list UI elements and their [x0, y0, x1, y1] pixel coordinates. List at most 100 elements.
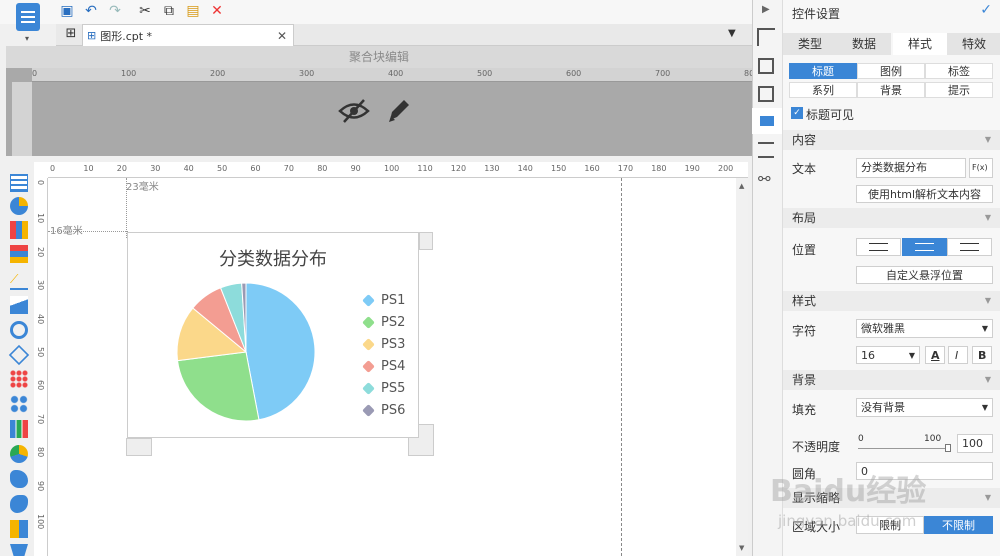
cut-icon[interactable]: ✂	[136, 2, 154, 20]
ruler-tick: 60	[250, 164, 261, 173]
scatter-chart-icon[interactable]	[10, 370, 28, 388]
pie-chart[interactable]	[170, 281, 330, 431]
font-color-button[interactable]: A	[925, 346, 945, 364]
html-parse-button[interactable]: 使用html解析文本内容	[856, 185, 993, 203]
section-zoom[interactable]: 显示缩略 ▼	[783, 488, 1000, 508]
limit-button[interactable]: 限制	[856, 516, 924, 534]
map-chart-icon[interactable]	[10, 445, 28, 463]
pie-slice-ps2[interactable]	[176, 351, 260, 422]
section-style[interactable]: 样式 ▼	[783, 291, 1000, 311]
grid-icon[interactable]: ⊞	[62, 26, 80, 44]
tab-type[interactable]: 类型	[783, 33, 837, 55]
line-chart-icon[interactable]: ⟋	[10, 272, 28, 290]
app-menu-icon[interactable]	[16, 3, 40, 31]
no-limit-button[interactable]: 不限制	[924, 516, 993, 534]
opacity-slider[interactable]	[858, 448, 950, 449]
pie-slice-ps1[interactable]	[245, 282, 316, 421]
ruler-tick: 170	[617, 164, 634, 173]
widget-settings-tab[interactable]	[752, 108, 782, 134]
undo-icon[interactable]: ↶	[82, 2, 100, 20]
scroll-down-icon[interactable]: ▼	[739, 544, 744, 552]
bold-button[interactable]: B	[972, 346, 992, 364]
paste-icon[interactable]: ▤	[184, 2, 202, 20]
italic-button[interactable]: I	[948, 346, 968, 364]
list-icon[interactable]	[758, 142, 774, 158]
align-left-button[interactable]	[856, 238, 901, 256]
subtab-series[interactable]: 系列	[789, 82, 857, 98]
ruler-tick: 20	[36, 246, 45, 257]
title-text-input[interactable]: 分类数据分布	[856, 158, 966, 178]
area-chart-icon[interactable]	[10, 296, 28, 314]
font-size-select[interactable]: 16 ▼	[856, 346, 920, 364]
scroll-up-icon[interactable]: ▲	[739, 182, 744, 190]
combo-chart-icon[interactable]	[10, 420, 28, 438]
collapse-arrow-icon[interactable]: ▶	[762, 4, 770, 15]
tab-data[interactable]: 数据	[837, 33, 891, 55]
section-background[interactable]: 背景 ▼	[783, 370, 1000, 390]
resize-handle[interactable]	[126, 438, 152, 456]
fill-value: 没有背景	[861, 401, 905, 414]
save-icon[interactable]: ▣	[58, 2, 76, 20]
canvas-scrollbar[interactable]	[736, 178, 748, 556]
link-icon[interactable]: ⚯	[758, 170, 771, 188]
tab-label: 图形.cpt *	[100, 29, 153, 43]
section-layout[interactable]: 布局 ▼	[783, 208, 1000, 228]
legend-label: PS2	[381, 314, 406, 330]
delete-icon[interactable]: ✕	[208, 2, 226, 20]
copy-icon[interactable]: ⧉	[160, 2, 178, 20]
subtab-background[interactable]: 背景	[857, 82, 925, 98]
check-icon[interactable]: ✓	[980, 2, 992, 18]
align-right-button[interactable]	[947, 238, 992, 256]
subtab-legend[interactable]: 图例	[857, 63, 925, 79]
legend-item[interactable]: PS1	[362, 289, 424, 311]
widget-icon[interactable]	[758, 58, 774, 74]
width-label: 23毫米	[126, 182, 159, 193]
legend-item[interactable]: PS3	[362, 333, 424, 355]
section-content[interactable]: 内容 ▼	[783, 130, 1000, 150]
ruler-tick: 100	[121, 69, 137, 78]
ruler-tick: 70	[36, 413, 45, 424]
radius-input[interactable]: 0	[856, 462, 993, 480]
title-visible-checkbox[interactable]: ✓	[791, 107, 803, 119]
hide-eye-icon[interactable]	[338, 98, 370, 124]
column-chart-icon[interactable]	[10, 245, 28, 263]
frame-icon[interactable]	[758, 86, 774, 102]
tab-menu-icon[interactable]: ▼	[728, 28, 736, 39]
legend-item[interactable]: PS2	[362, 311, 424, 333]
tab-file[interactable]: ⊞ 图形.cpt * ✕	[82, 24, 294, 46]
opacity-input[interactable]: 100	[957, 434, 993, 453]
legend-marker	[362, 293, 375, 307]
custom-float-button[interactable]: 自定义悬浮位置	[856, 266, 993, 284]
edit-pencil-icon[interactable]	[386, 96, 412, 124]
tab-effect[interactable]: 特效	[947, 33, 1000, 55]
bar-chart-icon[interactable]	[10, 221, 28, 239]
formula-button[interactable]: F(x)	[969, 158, 993, 178]
region-map-icon[interactable]	[10, 470, 28, 488]
ruler-tick: 700	[655, 69, 671, 78]
tab-style[interactable]: 样式	[893, 33, 947, 55]
pie-chart-icon[interactable]	[10, 197, 28, 215]
ruler-tick: 190	[684, 164, 700, 173]
ruler-tick: 90	[350, 164, 361, 173]
align-center-button[interactable]	[902, 238, 947, 256]
legend-item[interactable]: PS6	[362, 399, 424, 421]
treemap-icon[interactable]	[10, 520, 28, 538]
redo-icon[interactable]: ↷	[106, 2, 124, 20]
resize-handle[interactable]	[419, 232, 433, 250]
subtab-tooltip[interactable]: 提示	[925, 82, 993, 98]
legend-item[interactable]: PS5	[362, 377, 424, 399]
legend-item[interactable]: PS4	[362, 355, 424, 377]
layout-icon[interactable]	[757, 28, 775, 46]
chevron-down-icon[interactable]: ▾	[25, 34, 29, 43]
opacity-slider-thumb[interactable]	[945, 444, 951, 452]
subtab-label[interactable]: 标签	[925, 63, 993, 79]
table-chart-icon[interactable]	[10, 174, 28, 192]
gauge-chart-icon[interactable]	[10, 321, 28, 339]
bubble-chart-icon[interactable]	[10, 395, 28, 413]
subtab-title[interactable]: 标题	[789, 63, 857, 79]
font-family-select[interactable]: 微软雅黑 ▼	[856, 319, 993, 338]
section-content-label: 内容	[792, 133, 817, 147]
fill-select[interactable]: 没有背景 ▼	[856, 398, 993, 417]
close-icon[interactable]: ✕	[277, 29, 287, 43]
chart-widget[interactable]: 分类数据分布 PS1 PS2 PS3 PS4 PS5 PS6	[127, 232, 419, 438]
